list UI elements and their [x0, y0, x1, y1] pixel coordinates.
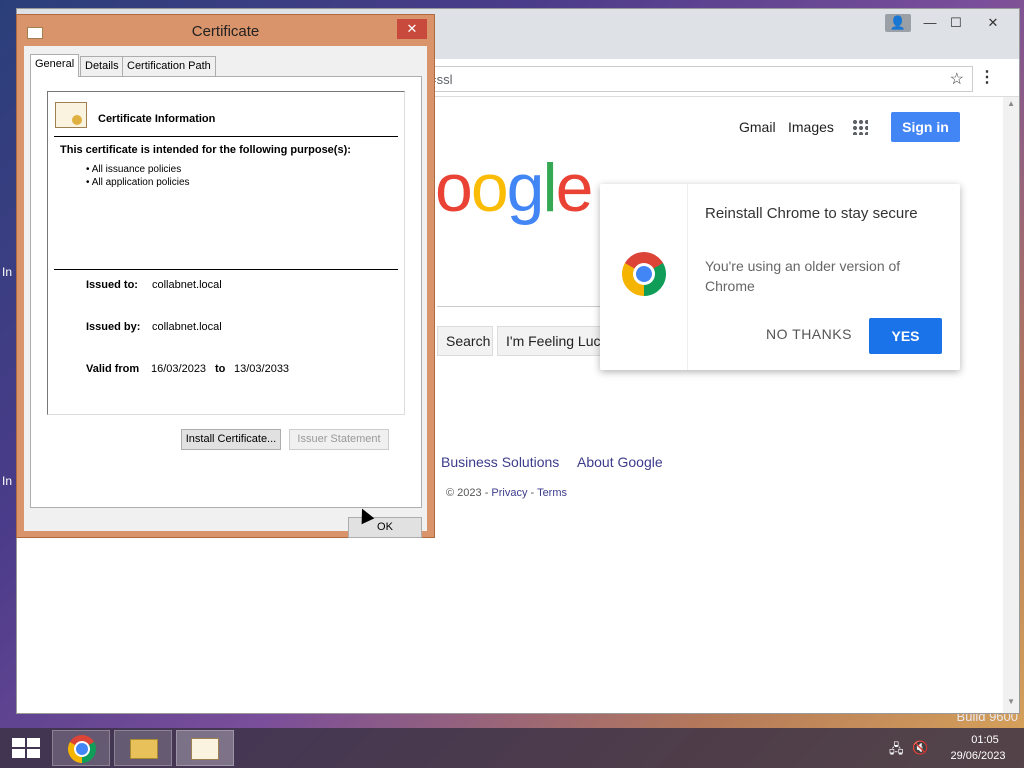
minimize-button[interactable]: — — [917, 14, 943, 32]
chrome-menu-icon[interactable]: ⋮ — [979, 67, 995, 87]
popup-message: You're using an older version of Chrome — [705, 258, 901, 294]
maximize-button[interactable]: ☐ — [943, 14, 969, 32]
taskbar: 🖧 🔇 01:05 29/06/2023 — [0, 728, 1024, 768]
address-bar[interactable]: =ssl ☆ — [417, 66, 973, 92]
no-thanks-button[interactable]: NO THANKS — [766, 326, 854, 342]
purpose-list: • All issuance policies • All applicatio… — [86, 163, 190, 189]
popup-icon-area — [600, 184, 688, 370]
general-tab-panel: Certificate Information This certificate… — [30, 76, 422, 508]
folder-icon — [130, 739, 158, 759]
start-pane — [12, 738, 25, 747]
certificate-icon — [191, 738, 219, 760]
business-solutions-link[interactable]: Business Solutions — [441, 454, 559, 470]
valid-to-label: to — [215, 363, 226, 375]
google-logo-letter: e — [555, 150, 594, 226]
profile-icon[interactable]: 👤 — [885, 14, 911, 32]
tab-certification-path[interactable]: Certification Path — [122, 56, 216, 76]
google-apps-icon[interactable] — [852, 119, 868, 135]
gmail-link[interactable]: Gmail — [739, 119, 776, 135]
footer-copyright: © 2023 - — [446, 487, 492, 499]
purpose-heading: This certificate is intended for the fol… — [60, 144, 351, 156]
start-windows-icon[interactable] — [12, 738, 40, 758]
certificate-icon — [55, 102, 87, 128]
issuer-statement-button[interactable]: Issuer Statement — [289, 429, 389, 450]
clock-date[interactable]: 29/06/2023 — [948, 750, 1008, 762]
scroll-down-arrow-icon[interactable]: ▼ — [1007, 697, 1015, 706]
desktop-edge-text: In — [2, 474, 13, 488]
taskbar-certificate[interactable] — [176, 730, 234, 766]
feeling-lucky-button[interactable]: I'm Feeling Lucky — [497, 326, 607, 356]
certificate-info-title: Certificate Information — [98, 113, 216, 125]
popup-title: Reinstall Chrome to stay secure — [705, 205, 918, 222]
scroll-up-arrow-icon[interactable]: ▲ — [1007, 99, 1015, 108]
taskbar-file-explorer[interactable] — [114, 730, 172, 766]
google-footer: © 2023 - Privacy - Terms — [446, 487, 567, 499]
close-button[interactable]: ✕ — [973, 14, 1013, 32]
certificate-dialog-title[interactable]: Certificate — [17, 15, 434, 45]
valid-from-label: Valid from — [86, 363, 140, 375]
google-logo-letter: o — [470, 150, 509, 226]
issued-to-value: collabnet.local — [152, 279, 222, 291]
images-link[interactable]: Images — [788, 119, 834, 135]
certificate-info-box: Certificate Information This certificate… — [47, 91, 405, 415]
google-logo-letter: l — [542, 150, 557, 226]
certificate-dialog-body: General Details Certification Path Certi… — [24, 46, 427, 538]
sign-in-button[interactable]: Sign in — [891, 112, 960, 142]
chrome-logo-icon — [613, 243, 675, 305]
taskbar-chrome[interactable] — [52, 729, 110, 768]
issued-by-label: Issued by: — [86, 321, 141, 333]
install-certificate-button[interactable]: Install Certificate... — [181, 429, 281, 450]
start-pane — [12, 749, 25, 758]
start-pane — [27, 738, 40, 747]
page-scrollbar[interactable] — [1003, 97, 1019, 713]
volume-muted-icon[interactable]: 🔇 — [912, 740, 928, 756]
chrome-icon — [62, 729, 102, 768]
terms-link[interactable]: Terms — [537, 487, 567, 499]
certificate-dialog: Certificate ✕ General Details Certificat… — [16, 14, 435, 538]
google-logo: oogle — [435, 149, 594, 227]
purpose-item: • All application policies — [86, 177, 190, 188]
clock-time[interactable]: 01:05 — [955, 734, 1015, 746]
start-pane — [27, 749, 40, 758]
about-google-link[interactable]: About Google — [577, 454, 663, 470]
chrome-logo-center — [628, 258, 660, 290]
purpose-item: • All issuance policies — [86, 164, 182, 175]
valid-to-value: 13/03/2033 — [234, 363, 290, 375]
privacy-link[interactable]: Privacy — [491, 487, 527, 499]
issued-to-label: Issued to: — [86, 279, 138, 291]
reinstall-chrome-popup: Reinstall Chrome to stay secure You're u… — [600, 184, 960, 370]
tab-details[interactable]: Details — [80, 56, 124, 76]
issued-by-value: collabnet.local — [152, 321, 222, 333]
bookmark-star-icon[interactable]: ☆ — [950, 69, 964, 89]
desktop-edge-text: In — [2, 265, 13, 279]
network-icon[interactable]: 🖧 — [889, 740, 904, 762]
divider — [54, 136, 398, 137]
google-logo-letter: o — [435, 150, 473, 226]
tab-general[interactable]: General — [30, 54, 80, 77]
divider — [54, 269, 398, 270]
certificate-close-button[interactable]: ✕ — [397, 19, 427, 39]
google-search-button[interactable]: Search — [437, 326, 493, 356]
google-logo-letter: g — [506, 150, 545, 226]
footer-separator: - — [527, 487, 538, 499]
yes-button[interactable]: YES — [869, 318, 942, 354]
valid-from-value: 16/03/2023 — [151, 363, 207, 375]
